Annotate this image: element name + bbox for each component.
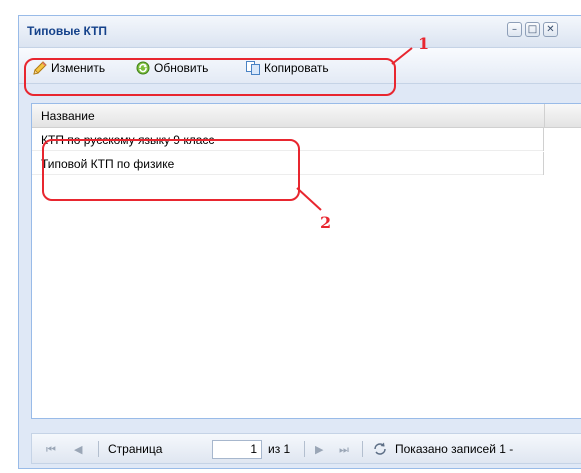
reload-icon[interactable]	[372, 441, 388, 457]
maximize-icon[interactable]: □	[525, 22, 540, 37]
next-page-icon[interactable]: ▶	[315, 443, 323, 456]
column-separator	[544, 104, 545, 127]
cell-separator	[543, 128, 544, 151]
grid-header: Название	[32, 104, 581, 128]
rows-annotation-box	[42, 139, 300, 201]
records-summary: Показано записей 1 -	[395, 442, 514, 456]
cell-separator	[543, 152, 544, 175]
window-controls: – □ ✕	[507, 22, 558, 37]
toolbar-divider	[304, 441, 305, 457]
first-page-icon[interactable]: ⏮	[46, 443, 56, 457]
window-titlebar[interactable]: Типовые КТП	[19, 16, 581, 48]
toolbar-divider	[362, 441, 363, 457]
window-title: Типовые КТП	[27, 24, 108, 38]
prev-page-icon[interactable]: ◀	[74, 443, 82, 456]
last-page-icon[interactable]: ⏭	[339, 443, 349, 457]
annotation-marker-2: 2	[320, 213, 332, 232]
minimize-icon[interactable]: –	[507, 22, 522, 37]
column-header-name[interactable]: Название	[41, 109, 95, 123]
page-number-input[interactable]: 1	[212, 440, 262, 459]
close-icon[interactable]: ✕	[543, 22, 558, 37]
toolbar-annotation-box	[24, 58, 396, 96]
annotation-marker-1: 1	[418, 34, 430, 53]
page-count-label: из 1	[268, 442, 291, 456]
paging-toolbar: ⏮ ◀ Страница 1 из 1 ▶ ⏭ Показано записей…	[31, 433, 581, 464]
toolbar-divider	[98, 441, 99, 457]
page-label: Страница	[108, 442, 163, 456]
